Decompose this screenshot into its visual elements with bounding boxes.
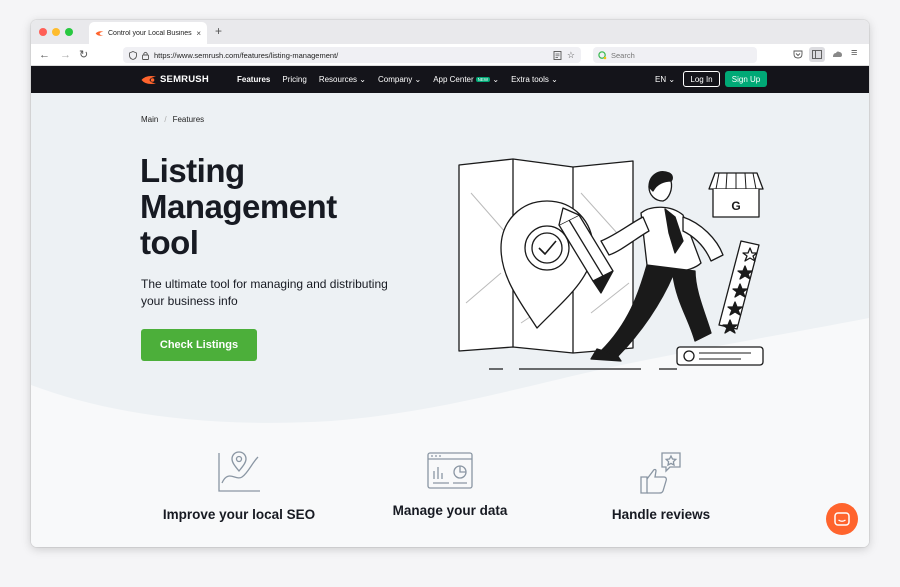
hero-illustration: G [458, 158, 764, 370]
feature-label: Handle reviews [611, 507, 711, 522]
feature-label: Improve your local SEO [162, 507, 316, 522]
login-button[interactable]: Log In [683, 71, 720, 87]
back-icon[interactable]: ← [39, 48, 50, 62]
page-title: Listing Management tool [140, 153, 420, 261]
signup-button[interactable]: Sign Up [725, 71, 767, 87]
chevron-down-icon: ⌄ [359, 75, 366, 84]
reader-view-icon[interactable] [553, 50, 562, 60]
chat-icon [834, 511, 850, 526]
nav-features[interactable]: Features [237, 75, 270, 84]
breadcrumb-main[interactable]: Main [141, 115, 158, 124]
nav-app-center[interactable]: App Center NEW ⌄ [433, 75, 499, 84]
nav-app-center-label: App Center [433, 75, 474, 84]
page-title-line: tool [140, 224, 199, 261]
lock-icon[interactable] [142, 51, 149, 60]
window-controls [39, 28, 73, 36]
nav-extra-tools-label: Extra tools [511, 75, 549, 84]
forward-icon[interactable]: → [60, 48, 71, 62]
nav-extra-tools[interactable]: Extra tools ⌄ [511, 75, 558, 84]
url-bar[interactable]: https://www.semrush.com/features/listing… [123, 47, 581, 63]
hero-section: Main / Features Listing Management tool … [31, 93, 869, 547]
browser-tab[interactable]: Control your Local Business Lis × [89, 22, 207, 44]
breadcrumb-features[interactable]: Features [173, 115, 205, 124]
nav-links: Features Pricing Resources ⌄ Company ⌄ A… [237, 75, 558, 84]
extension-icon[interactable] [832, 50, 843, 59]
nav-company-label: Company [378, 75, 413, 84]
semrush-logo-icon [141, 75, 156, 84]
dashboard-icon [427, 452, 473, 489]
nav-pricing[interactable]: Pricing [282, 75, 306, 84]
search-box[interactable]: Search [593, 47, 757, 63]
chevron-down-icon: ⌄ [492, 75, 500, 84]
feature-local-seo: Improve your local SEO [149, 451, 329, 522]
chat-widget-button[interactable] [826, 503, 858, 535]
close-window-button[interactable] [39, 28, 47, 36]
bookmark-star-icon[interactable]: ☆ [567, 50, 575, 61]
minimize-window-button[interactable] [52, 28, 60, 36]
search-engine-icon [598, 50, 607, 59]
pocket-icon[interactable] [793, 50, 803, 59]
shop-awning-illustration: G [708, 172, 764, 218]
chevron-down-icon: ⌄ [668, 75, 676, 84]
hero-subtitle: The ultimate tool for managing and distr… [141, 276, 421, 310]
sidebar-icon [812, 50, 822, 59]
google-g-icon: G [731, 199, 740, 213]
page-title-line: Management [140, 188, 337, 225]
semrush-favicon-icon [95, 30, 104, 36]
chevron-down-icon: ⌄ [551, 75, 558, 84]
hero-subtitle-line: The ultimate tool for managing and distr… [141, 277, 388, 291]
feature-label: Manage your data [392, 503, 508, 518]
tab-bar: Control your Local Business Lis × + [31, 20, 869, 44]
language-label: EN [655, 75, 667, 84]
reload-icon[interactable]: ↻ [79, 48, 88, 62]
semrush-logo[interactable]: SEMRUSH [141, 74, 209, 85]
thumbs-up-star-icon [640, 452, 681, 494]
menu-icon[interactable]: ≡ [851, 47, 857, 59]
maximize-window-button[interactable] [65, 28, 73, 36]
check-listings-button[interactable]: Check Listings [141, 329, 257, 361]
language-selector[interactable]: EN ⌄ [655, 75, 675, 84]
breadcrumb: Main / Features [141, 115, 204, 124]
new-badge: NEW [475, 77, 491, 82]
nav-resources[interactable]: Resources ⌄ [319, 75, 366, 84]
chevron-down-icon: ⌄ [414, 75, 422, 84]
url-text: https://www.semrush.com/features/listing… [154, 50, 339, 60]
nav-resources-label: Resources [318, 75, 358, 84]
feature-manage-data: Manage your data [360, 451, 540, 518]
shield-icon[interactable] [129, 50, 137, 60]
nav-company[interactable]: Company ⌄ [378, 75, 421, 84]
logo-text: SEMRUSH [160, 74, 209, 85]
feature-handle-reviews: Handle reviews [571, 451, 751, 522]
sidebar-toggle-button[interactable] [809, 47, 825, 62]
breadcrumb-separator: / [164, 115, 167, 124]
contact-card-illustration [676, 346, 764, 366]
site-navbar: SEMRUSH Features Pricing Resources ⌄ Com… [31, 66, 869, 93]
search-placeholder: Search [611, 50, 635, 60]
new-tab-button[interactable]: + [215, 24, 222, 38]
star-rating-strip-illustration [718, 240, 760, 334]
hero-subtitle-line: your business info [141, 294, 238, 308]
browser-window: Control your Local Business Lis × + ← → … [31, 20, 869, 547]
page-title-line: Listing [140, 152, 245, 189]
tab-title: Control your Local Business Lis [108, 29, 193, 37]
tab-close-icon[interactable]: × [196, 29, 201, 38]
map-pin-chart-icon [218, 451, 260, 492]
address-toolbar: ← → ↻ https://www.semrush.com/features/l… [31, 44, 869, 66]
